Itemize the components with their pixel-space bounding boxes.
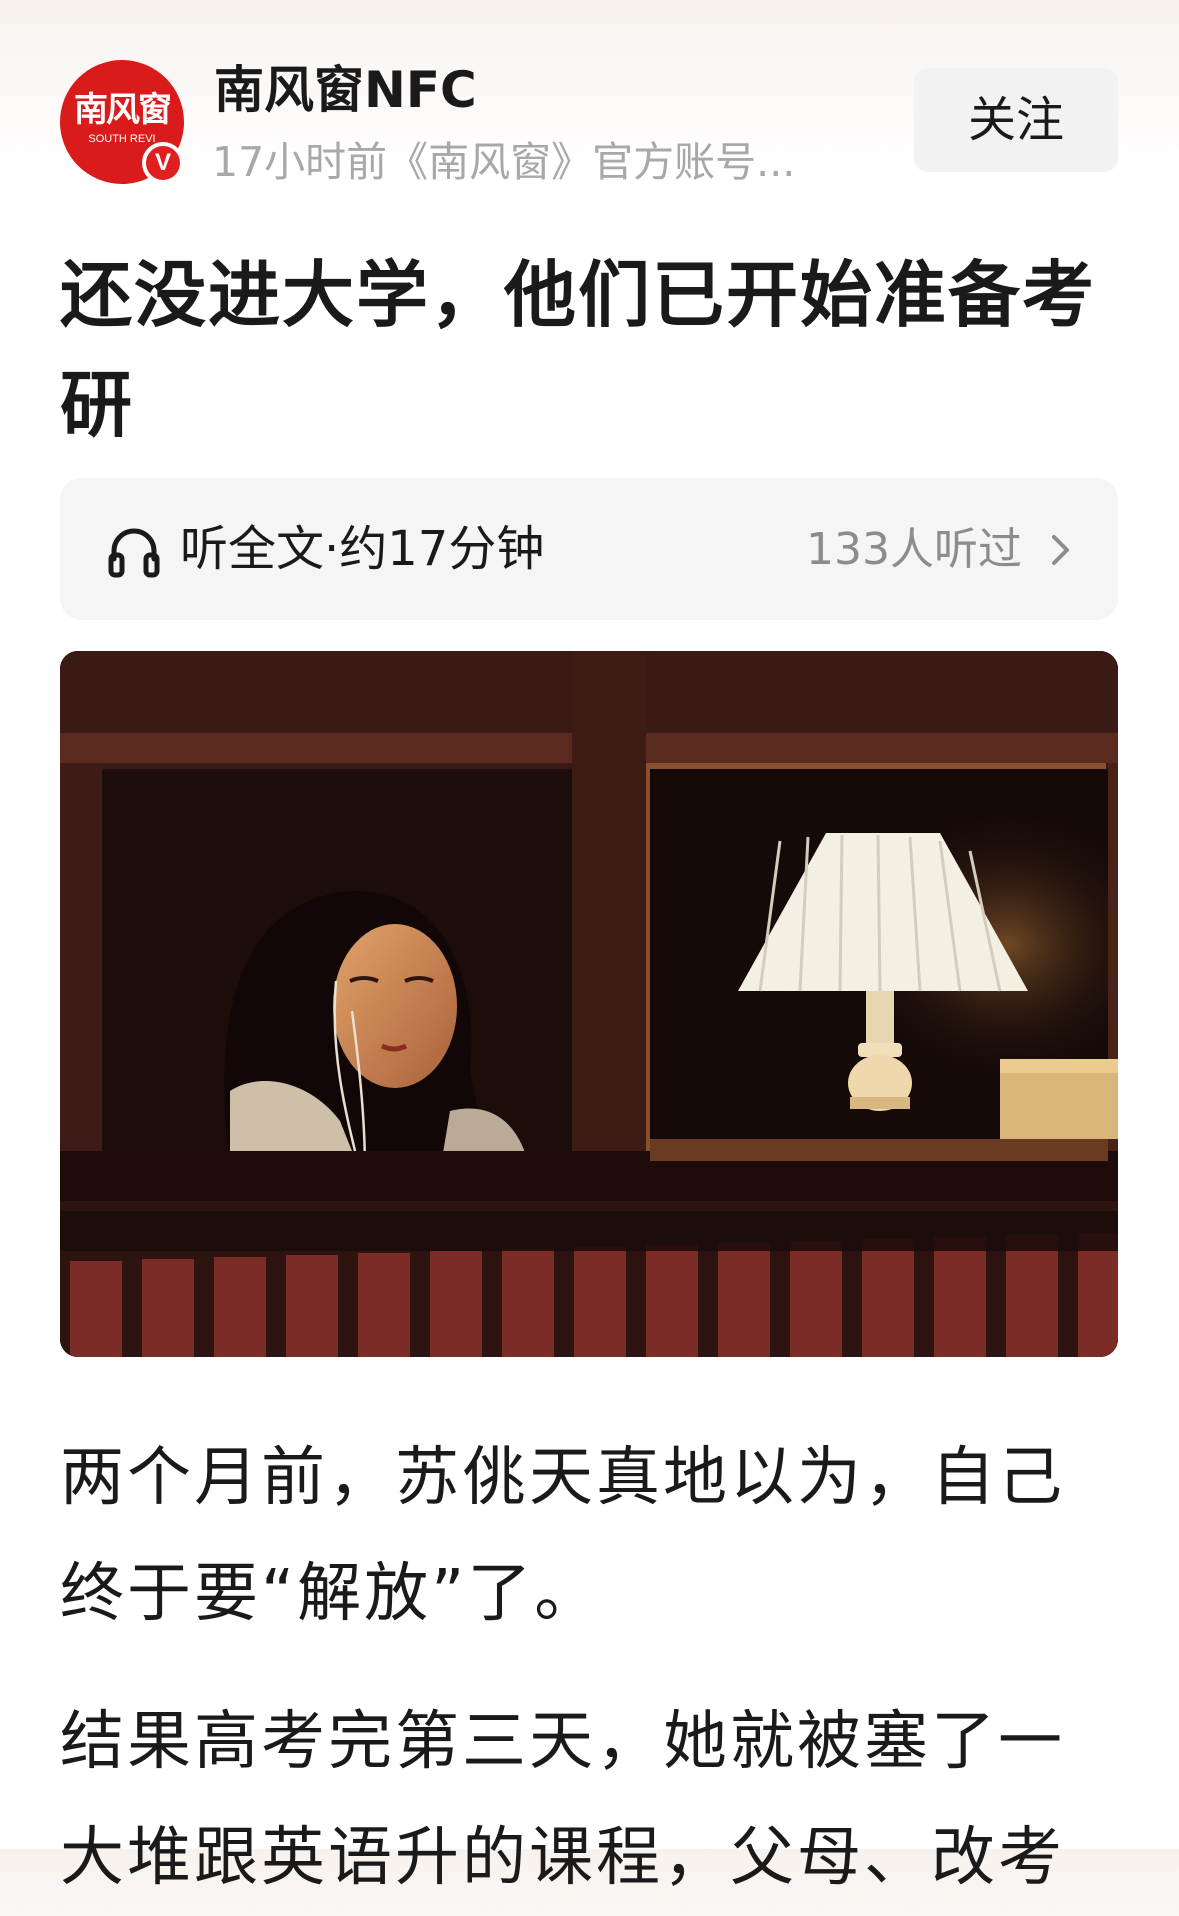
chevron-right-icon <box>1052 535 1069 565</box>
listener-count: 133人听过 <box>806 524 1022 575</box>
account-meta: 17小时前《南风窗》官方账号... <box>212 138 796 186</box>
headphone-icon <box>108 528 160 578</box>
article-page: 南风窗 SOUTH REVI V 南风窗NFC 17小时前《南风窗》官方账号..… <box>0 0 1179 1895</box>
follow-button[interactable]: 关注 <box>914 68 1118 172</box>
listen-duration-label: 听全文·约17分钟 <box>180 521 545 577</box>
article-title: 还没进大学，他们已开始准备考研 <box>60 253 1097 447</box>
article-paragraph-1: 两个月前，苏佻天真地以为，自己终于要“解放”了。 <box>60 1441 1065 1631</box>
article-hero-image[interactable] <box>60 651 1118 1357</box>
article-paragraph-2: 结果高考完第三天，她就被塞了一大堆跟英语升的课程，父母、改考 <box>60 1705 1065 1895</box>
avatar-logo-text: 南风窗 <box>74 90 172 130</box>
account-name[interactable]: 南风窗NFC <box>214 56 477 124</box>
account-avatar[interactable]: 南风窗 SOUTH REVI V <box>60 60 184 184</box>
hero-image-illustration <box>60 651 1118 1357</box>
verified-badge-icon: V <box>142 142 184 184</box>
listen-full-text-bar[interactable]: 听全文·约17分钟 133人听过 <box>60 478 1118 620</box>
